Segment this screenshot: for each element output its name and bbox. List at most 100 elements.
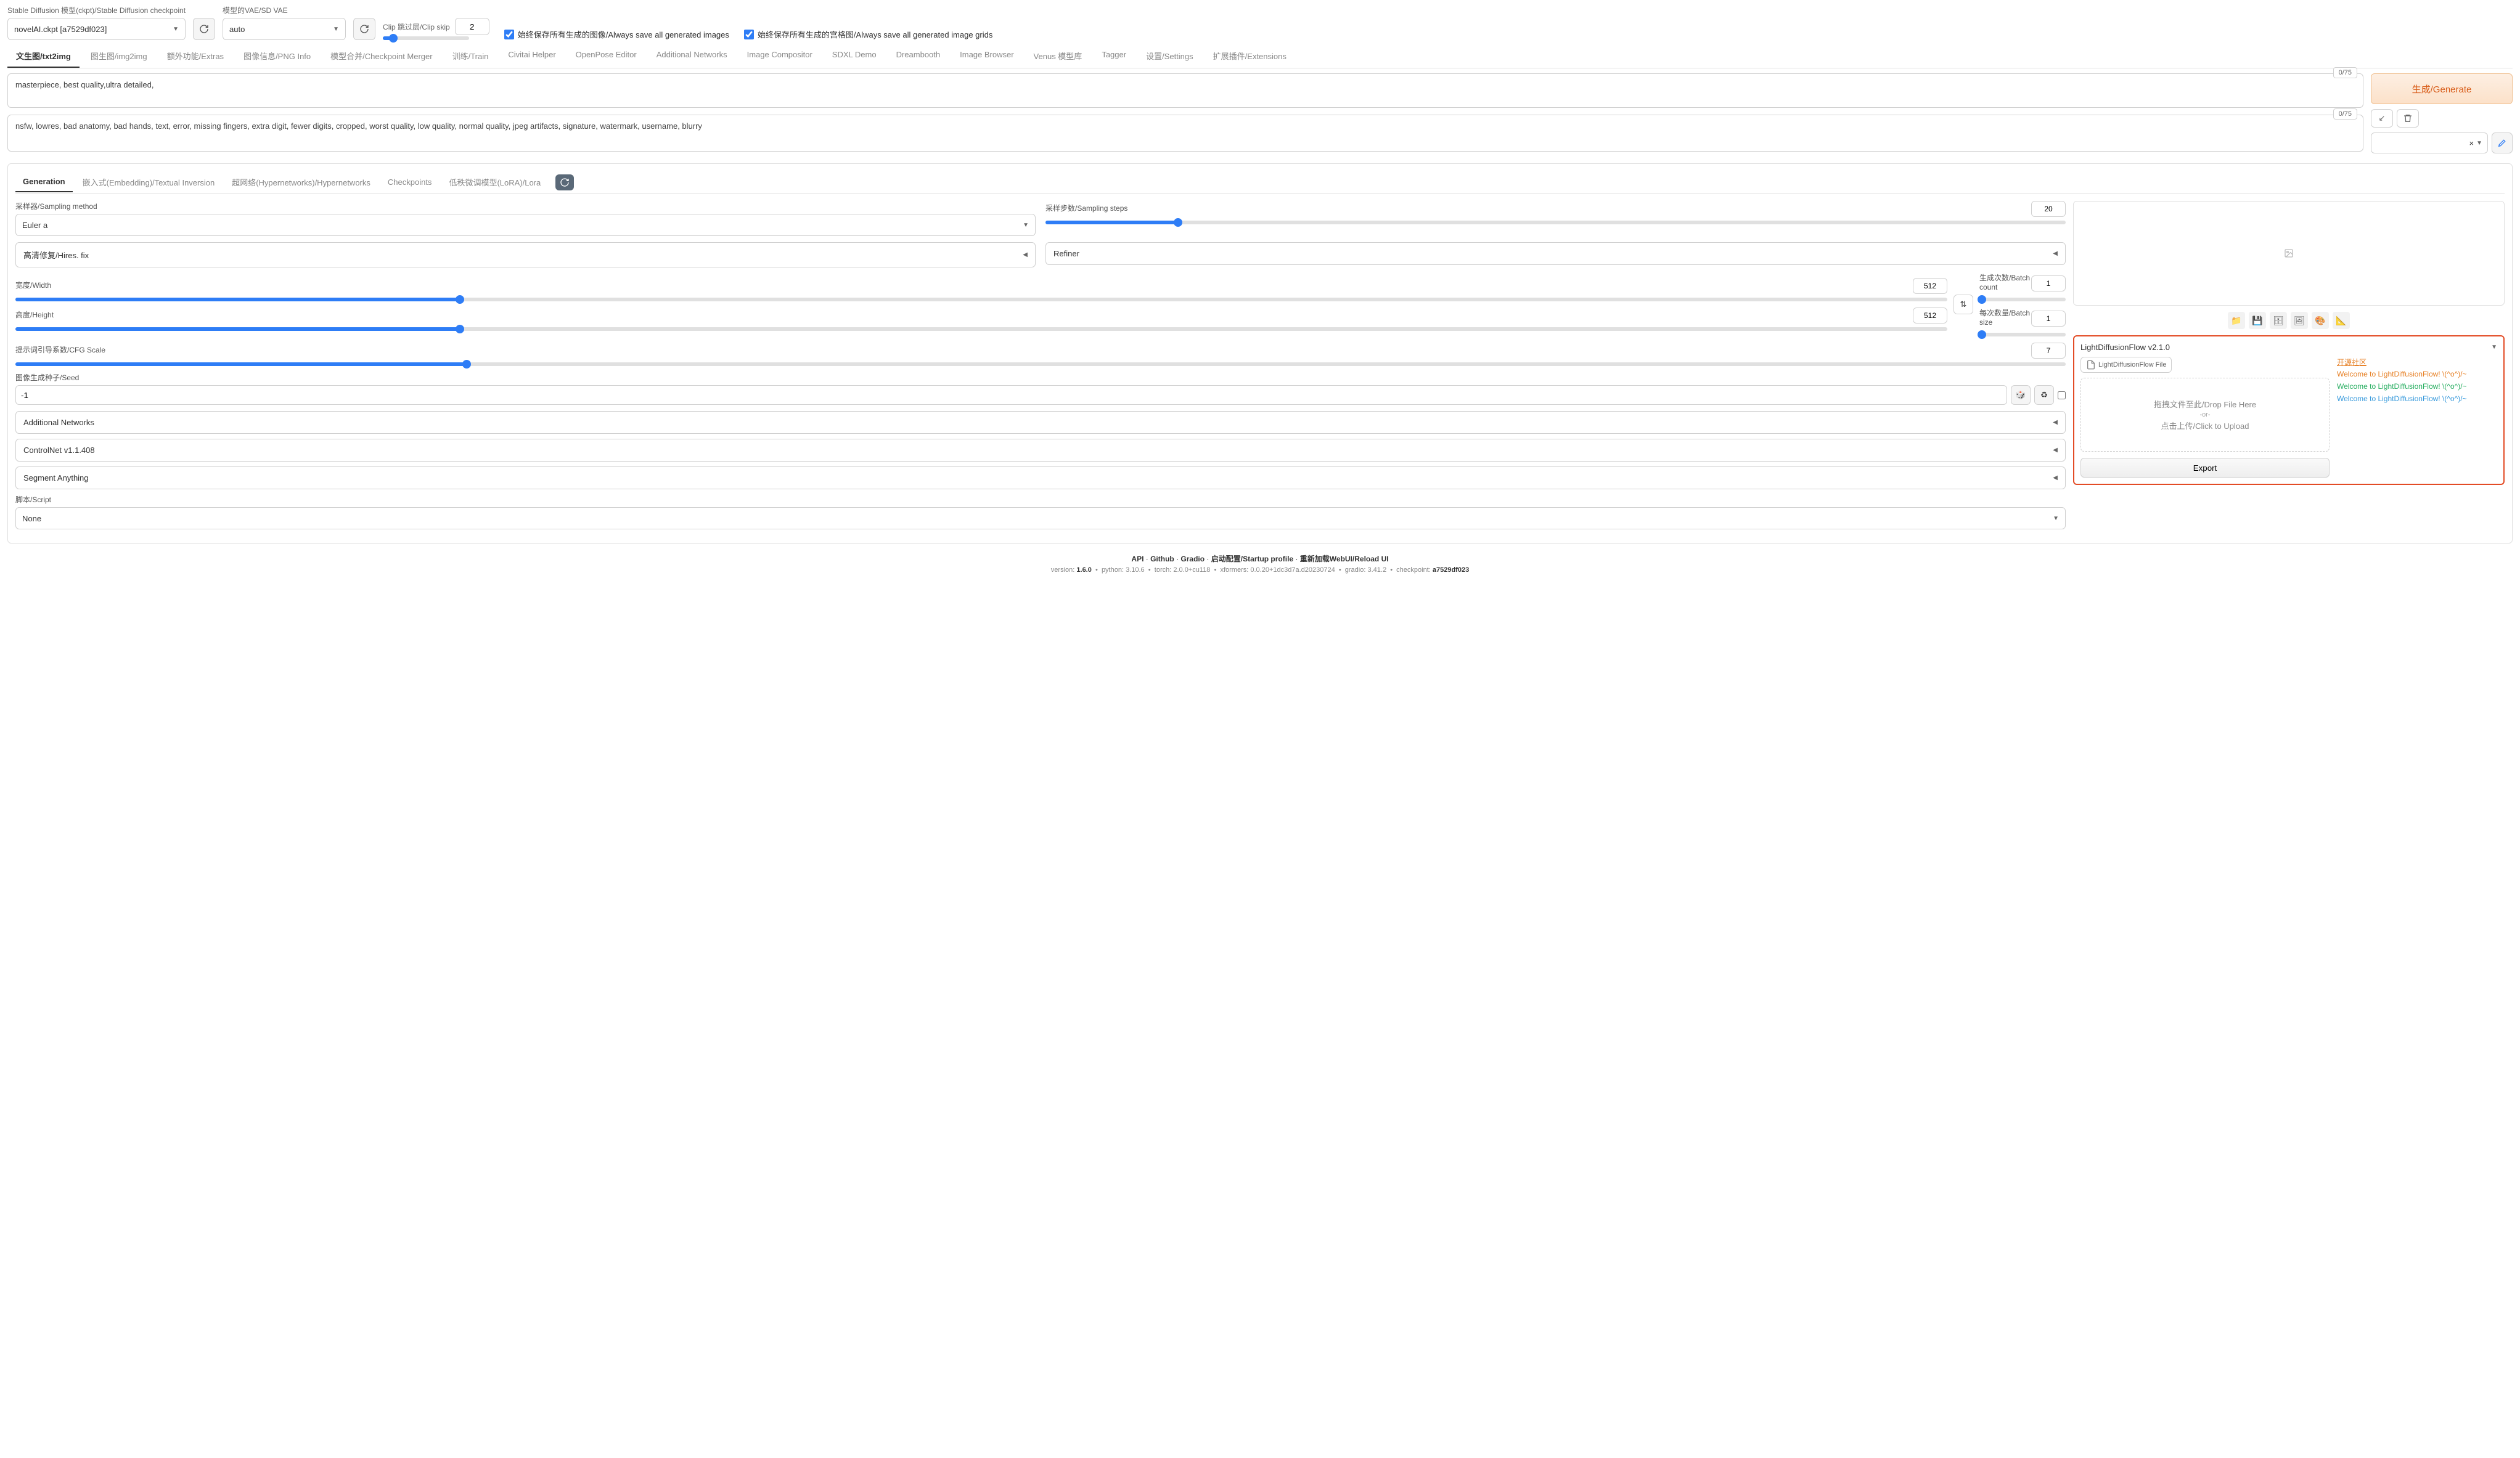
chevron-down-icon[interactable]: ▼: [2491, 344, 2497, 351]
footer-link-4[interactable]: 重新加载WebUI/Reload UI: [1300, 555, 1389, 563]
seed-random-button[interactable]: 🎲: [2011, 385, 2031, 405]
vae-value: auto: [229, 25, 245, 34]
clip-input[interactable]: [455, 18, 489, 35]
trash-icon: [2403, 113, 2413, 123]
recycle-icon: ♻: [2040, 390, 2048, 400]
clip-slider[interactable]: [383, 36, 469, 40]
edit-styles-button[interactable]: [2492, 132, 2513, 153]
swap-dimensions-button[interactable]: ⇅: [1953, 295, 1973, 314]
batch-size-input[interactable]: [2031, 311, 2066, 327]
ldf-community-link[interactable]: 开源社区: [2337, 357, 2497, 367]
header-bar: Stable Diffusion 模型(ckpt)/Stable Diffusi…: [7, 5, 2513, 40]
tab-3[interactable]: 图像信息/PNG Info: [235, 45, 319, 68]
save-grids-checkbox[interactable]: 始终保存所有生成的宫格图/Always save all generated i…: [744, 28, 992, 40]
tab-14[interactable]: Tagger: [1093, 45, 1135, 68]
negative-prompt-input[interactable]: [7, 115, 2363, 152]
additional-networks-accordion[interactable]: Additional Networks ◀: [15, 411, 2066, 434]
refresh-icon: [199, 24, 209, 34]
tab-12[interactable]: Image Browser: [951, 45, 1022, 68]
tab-4[interactable]: 模型合并/Checkpoint Merger: [322, 45, 441, 68]
arrow-icon: ↙: [2379, 113, 2386, 123]
tab-13[interactable]: Venus 模型库: [1025, 45, 1091, 68]
cfg-input[interactable]: [2031, 343, 2066, 359]
styles-select[interactable]: × ▼: [2371, 132, 2488, 153]
addnet-label: Additional Networks: [23, 418, 94, 427]
ldf-export-button[interactable]: Export: [2080, 458, 2330, 478]
folder-button[interactable]: 📁: [2228, 312, 2245, 329]
tab-7[interactable]: OpenPose Editor: [567, 45, 645, 68]
tab-0[interactable]: 文生图/txt2img: [7, 45, 80, 68]
tab-2[interactable]: 额外功能/Extras: [158, 45, 232, 68]
footer-link-2[interactable]: Gradio: [1180, 555, 1205, 563]
footer-link-3[interactable]: 启动配置/Startup profile: [1211, 555, 1293, 563]
vae-refresh-button[interactable]: [353, 18, 375, 40]
hires-fix-accordion[interactable]: 高清修复/Hires. fix ◀: [15, 242, 1036, 267]
sub-tab-1[interactable]: 嵌入式(Embedding)/Textual Inversion: [75, 171, 223, 193]
drop-line3: 点击上传/Click to Upload: [2161, 420, 2249, 431]
height-input[interactable]: [1913, 307, 1947, 324]
refresh-icon: [359, 24, 369, 34]
refresh-icon: [560, 177, 570, 187]
batch-count-label: 生成次数/Batch count: [1979, 272, 2031, 291]
seed-input[interactable]: [15, 385, 2007, 405]
tab-5[interactable]: 训练/Train: [444, 45, 497, 68]
checkbox-icon[interactable]: [504, 30, 514, 39]
checkbox-icon[interactable]: [744, 30, 754, 39]
seed-recycle-button[interactable]: ♻: [2034, 385, 2054, 405]
tab-6[interactable]: Civitai Helper: [499, 45, 564, 68]
dice-icon: 🎲: [2016, 390, 2026, 400]
tab-15[interactable]: 设置/Settings: [1137, 45, 1202, 68]
steps-label: 采样步数/Sampling steps: [1045, 203, 1127, 213]
main-tabs: 文生图/txt2img图生图/img2img额外功能/Extras图像信息/PN…: [7, 45, 2513, 68]
batch-count-input[interactable]: [2031, 275, 2066, 291]
script-label: 脚本/Script: [15, 494, 2066, 505]
tab-8[interactable]: Additional Networks: [648, 45, 736, 68]
tab-16[interactable]: 扩展插件/Extensions: [1205, 45, 1295, 68]
arrow-down-left-button[interactable]: ↙: [2371, 109, 2393, 128]
script-select[interactable]: None ▼: [15, 507, 2066, 529]
sub-tab-2[interactable]: 超网络(Hypernetworks)/Hypernetworks: [224, 171, 378, 193]
ckpt-refresh-button[interactable]: [193, 18, 215, 40]
segment-anything-accordion[interactable]: Segment Anything ◀: [15, 466, 2066, 489]
footer-link-0[interactable]: API: [1131, 555, 1143, 563]
zip-button[interactable]: 🗄: [2270, 312, 2287, 329]
sampler-select[interactable]: Euler a ▼: [15, 214, 1036, 236]
chevron-down-icon: ▼: [333, 26, 339, 33]
sampler-label: 采样器/Sampling method: [15, 201, 1036, 211]
ckpt-select[interactable]: novelAI.ckpt [a7529df023] ▼: [7, 18, 186, 40]
height-slider[interactable]: [15, 327, 1947, 331]
batch-count-slider[interactable]: [1979, 298, 2066, 301]
sub-tab-0[interactable]: Generation: [15, 172, 73, 192]
width-input[interactable]: [1913, 278, 1947, 294]
controlnet-accordion[interactable]: ControlNet v1.1.408 ◀: [15, 439, 2066, 462]
batch-size-slider[interactable]: [1979, 333, 2066, 336]
sub-tab-4[interactable]: 低秩微调模型(LoRA)/Lora: [441, 171, 548, 193]
tab-11[interactable]: Dreambooth: [888, 45, 949, 68]
sub-tab-3[interactable]: Checkpoints: [380, 173, 440, 192]
tab-10[interactable]: SDXL Demo: [824, 45, 885, 68]
steps-slider[interactable]: [1045, 221, 2066, 224]
footer-link-1[interactable]: Github: [1150, 555, 1174, 563]
cfg-slider[interactable]: [15, 362, 2066, 366]
width-slider[interactable]: [15, 298, 1947, 301]
ldf-drop-zone[interactable]: 拖拽文件至此/Drop File Here -or- 点击上传/Click to…: [2080, 378, 2330, 452]
refiner-accordion[interactable]: Refiner ◀: [1045, 242, 2066, 265]
height-label: 高度/Height: [15, 309, 54, 320]
positive-prompt-input[interactable]: [7, 73, 2363, 108]
seed-label: 图像生成种子/Seed: [15, 372, 2066, 383]
width-label: 宽度/Width: [15, 280, 51, 290]
chevron-left-icon: ◀: [2053, 474, 2058, 481]
trash-button[interactable]: [2397, 109, 2419, 128]
send-extras-button[interactable]: 📐: [2333, 312, 2350, 329]
seed-extra-checkbox[interactable]: [2058, 391, 2066, 399]
tab-1[interactable]: 图生图/img2img: [82, 45, 156, 68]
generate-button[interactable]: 生成/Generate: [2371, 73, 2513, 104]
save-button[interactable]: 💾: [2249, 312, 2266, 329]
extra-networks-refresh-button[interactable]: [555, 174, 574, 190]
tab-9[interactable]: Image Compositor: [738, 45, 821, 68]
steps-input[interactable]: [2031, 201, 2066, 217]
send-img2img-button[interactable]: 🖼: [2291, 312, 2308, 329]
save-images-checkbox[interactable]: 始终保存所有生成的图像/Always save all generated im…: [504, 28, 729, 40]
vae-select[interactable]: auto ▼: [223, 18, 346, 40]
send-inpaint-button[interactable]: 🎨: [2312, 312, 2329, 329]
